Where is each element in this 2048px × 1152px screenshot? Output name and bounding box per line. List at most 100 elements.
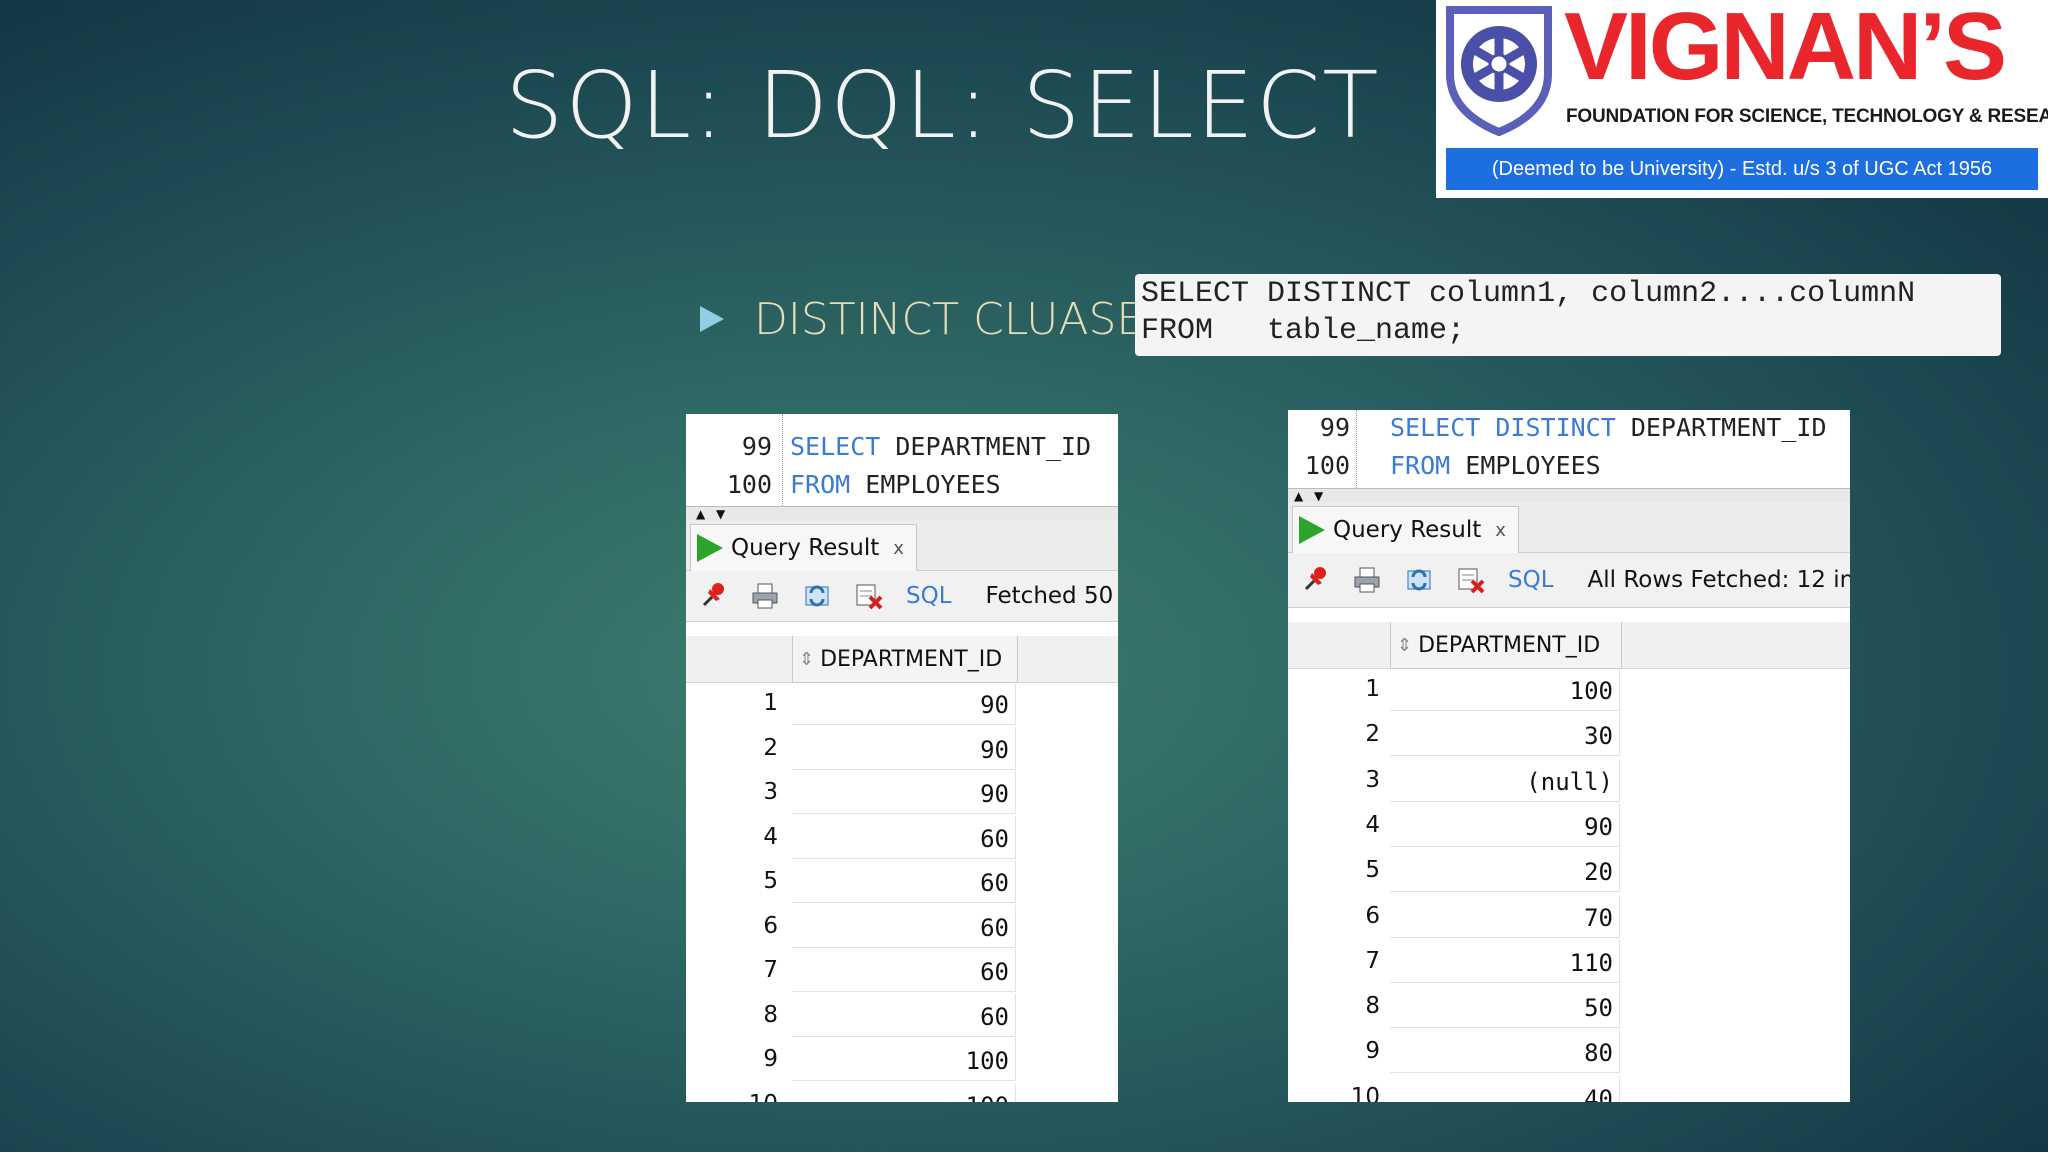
cell-department-id[interactable]: 100 [792, 1038, 1016, 1081]
table-row[interactable]: 2 30 [1288, 713, 1850, 757]
cell-department-id[interactable]: 100 [792, 1082, 1016, 1102]
collapse-up-icon[interactable]: ▲ [1294, 490, 1303, 502]
table-row[interactable]: 9 100 [686, 1038, 1118, 1082]
row-number: 10 [1350, 1083, 1380, 1102]
editor-line: SELECT DEPARTMENT_ID [790, 432, 1091, 461]
cell-department-id[interactable]: 90 [1390, 803, 1620, 847]
sql-link[interactable]: SQL [906, 583, 952, 609]
sql-keyword: SELECT DISTINCT [1390, 413, 1616, 442]
refresh-icon[interactable] [1404, 565, 1434, 595]
run-icon [1299, 516, 1325, 544]
sql-keyword: SELECT [790, 432, 881, 461]
table-row[interactable]: 6 70 [1288, 894, 1850, 939]
pin-icon[interactable] [1300, 565, 1330, 595]
column-header[interactable]: ⇕ DEPARTMENT_ID [1390, 622, 1622, 669]
code-line: FROM table_name; [1141, 314, 1466, 348]
expand-down-icon[interactable]: ▼ [716, 508, 725, 520]
delete-icon[interactable] [854, 581, 884, 611]
cell-department-id[interactable]: 50 [1390, 985, 1620, 1029]
syntax-code-box: SELECT DISTINCT column1, column2....colu… [1135, 274, 2001, 356]
logo-brand-text: VIGNAN’S [1564, 0, 2007, 100]
row-number: 9 [1365, 1038, 1380, 1065]
result-toolbar: SQL All Rows Fetched: 12 in [1288, 553, 1850, 608]
row-number: 7 [763, 957, 778, 983]
row-number: 1 [1365, 676, 1380, 702]
close-tab-icon[interactable]: x [1495, 520, 1506, 541]
cell-department-id[interactable]: 90 [792, 726, 1016, 770]
row-number: 3 [763, 779, 778, 805]
table-row[interactable]: 10 100 [686, 1082, 1118, 1103]
table-row[interactable]: 9 80 [1288, 1030, 1850, 1074]
sql-text: EMPLOYEES [850, 470, 1001, 499]
sort-icon[interactable]: ⇕ [799, 649, 814, 670]
line-number: 99 [1319, 413, 1350, 442]
editor-line: FROM EMPLOYEES [790, 470, 1001, 499]
row-number: 2 [1365, 721, 1380, 748]
close-tab-icon[interactable]: x [893, 538, 904, 559]
table-row[interactable]: 2 90 [686, 726, 1118, 771]
refresh-icon[interactable] [802, 581, 832, 611]
row-number: 9 [763, 1046, 778, 1072]
row-number: 10 [686, 1091, 778, 1103]
pin-icon[interactable] [698, 581, 728, 611]
grid-header: ⇕ DEPARTMENT_ID [1288, 622, 1850, 669]
code-line: SELECT DISTINCT column1, column2....colu… [1141, 277, 1916, 311]
cell-department-id[interactable]: 60 [792, 860, 1016, 903]
editor-line: FROM EMPLOYEES [1390, 451, 1601, 480]
cell-department-id[interactable]: 20 [1390, 849, 1620, 893]
sql-editor[interactable]: 99 SELECT DISTINCT DEPARTMENT_ID 100 FRO… [1288, 410, 1850, 488]
tab-query-result[interactable]: Query Result x [1292, 506, 1519, 553]
university-logo: VIGNAN’S FOUNDATION FOR SCIENCE, TECHNOL… [1436, 0, 2048, 198]
tab-label: Query Result [1333, 517, 1482, 543]
cell-department-id[interactable]: 30 [1390, 713, 1620, 757]
sql-keyword: FROM [790, 470, 851, 499]
cell-department-id[interactable]: 60 [792, 904, 1016, 948]
table-row[interactable]: 5 20 [1288, 849, 1850, 893]
table-row[interactable]: 8 60 [686, 993, 1118, 1038]
row-number: 8 [1365, 993, 1380, 1020]
cell-department-id[interactable]: 110 [1390, 939, 1620, 983]
cell-department-id[interactable]: 90 [792, 682, 1016, 725]
tab-query-result[interactable]: Query Result x [690, 524, 917, 571]
column-label: DEPARTMENT_ID [1418, 632, 1601, 658]
table-row[interactable]: 10 40 [1288, 1075, 1850, 1102]
table-row[interactable]: 4 90 [1288, 803, 1850, 848]
cell-department-id[interactable]: 80 [1390, 1030, 1620, 1074]
row-number: 5 [1365, 857, 1380, 884]
table-row[interactable]: 3 90 [686, 771, 1118, 815]
cell-department-id[interactable]: 90 [792, 771, 1016, 814]
sql-link[interactable]: SQL [1508, 567, 1554, 593]
table-row[interactable]: 7 110 [1288, 939, 1850, 984]
cell-department-id[interactable]: 100 [1390, 668, 1620, 711]
right-sqldev-panel: 99 SELECT DISTINCT DEPARTMENT_ID 100 FRO… [1288, 410, 1850, 1102]
table-row[interactable]: 3 (null) [1288, 758, 1850, 803]
left-sqldev-panel: 99 SELECT DEPARTMENT_ID 100 FROM EMPLOYE… [686, 414, 1118, 1102]
table-row[interactable]: 8 50 [1288, 985, 1850, 1029]
tab-label: Query Result [731, 535, 880, 561]
table-row[interactable]: 6 60 [686, 904, 1118, 949]
collapse-up-icon[interactable]: ▲ [696, 508, 705, 520]
column-label: DEPARTMENT_ID [820, 646, 1003, 672]
sort-icon[interactable]: ⇕ [1397, 635, 1412, 656]
logo-subtitle: FOUNDATION FOR SCIENCE, TECHNOLOGY & RES… [1566, 106, 2048, 127]
cell-department-id[interactable]: 70 [1390, 894, 1620, 938]
print-icon[interactable] [1352, 565, 1382, 595]
cell-department-id[interactable]: 60 [792, 993, 1016, 1037]
slide-title: SQL: DQL: SELECT [505, 52, 1381, 159]
table-row[interactable]: 1 90 [686, 682, 1118, 726]
print-icon[interactable] [750, 581, 780, 611]
cell-department-id[interactable]: 40 [1390, 1075, 1620, 1102]
cell-department-id[interactable]: (null) [1390, 758, 1620, 802]
sql-editor[interactable]: 99 SELECT DEPARTMENT_ID 100 FROM EMPLOYE… [686, 414, 1118, 506]
table-row[interactable]: 7 60 [686, 949, 1118, 993]
delete-icon[interactable] [1456, 565, 1486, 595]
logo-band: (Deemed to be University) - Estd. u/s 3 … [1446, 148, 2038, 190]
cell-department-id[interactable]: 60 [792, 815, 1016, 859]
table-row[interactable]: 4 60 [686, 815, 1118, 860]
expand-down-icon[interactable]: ▼ [1314, 490, 1323, 502]
column-header[interactable]: ⇕ DEPARTMENT_ID [792, 636, 1018, 683]
table-row[interactable]: 5 60 [686, 860, 1118, 904]
table-row[interactable]: 1 100 [1288, 668, 1850, 712]
cell-department-id[interactable]: 60 [792, 949, 1016, 992]
line-number: 99 [741, 432, 772, 461]
